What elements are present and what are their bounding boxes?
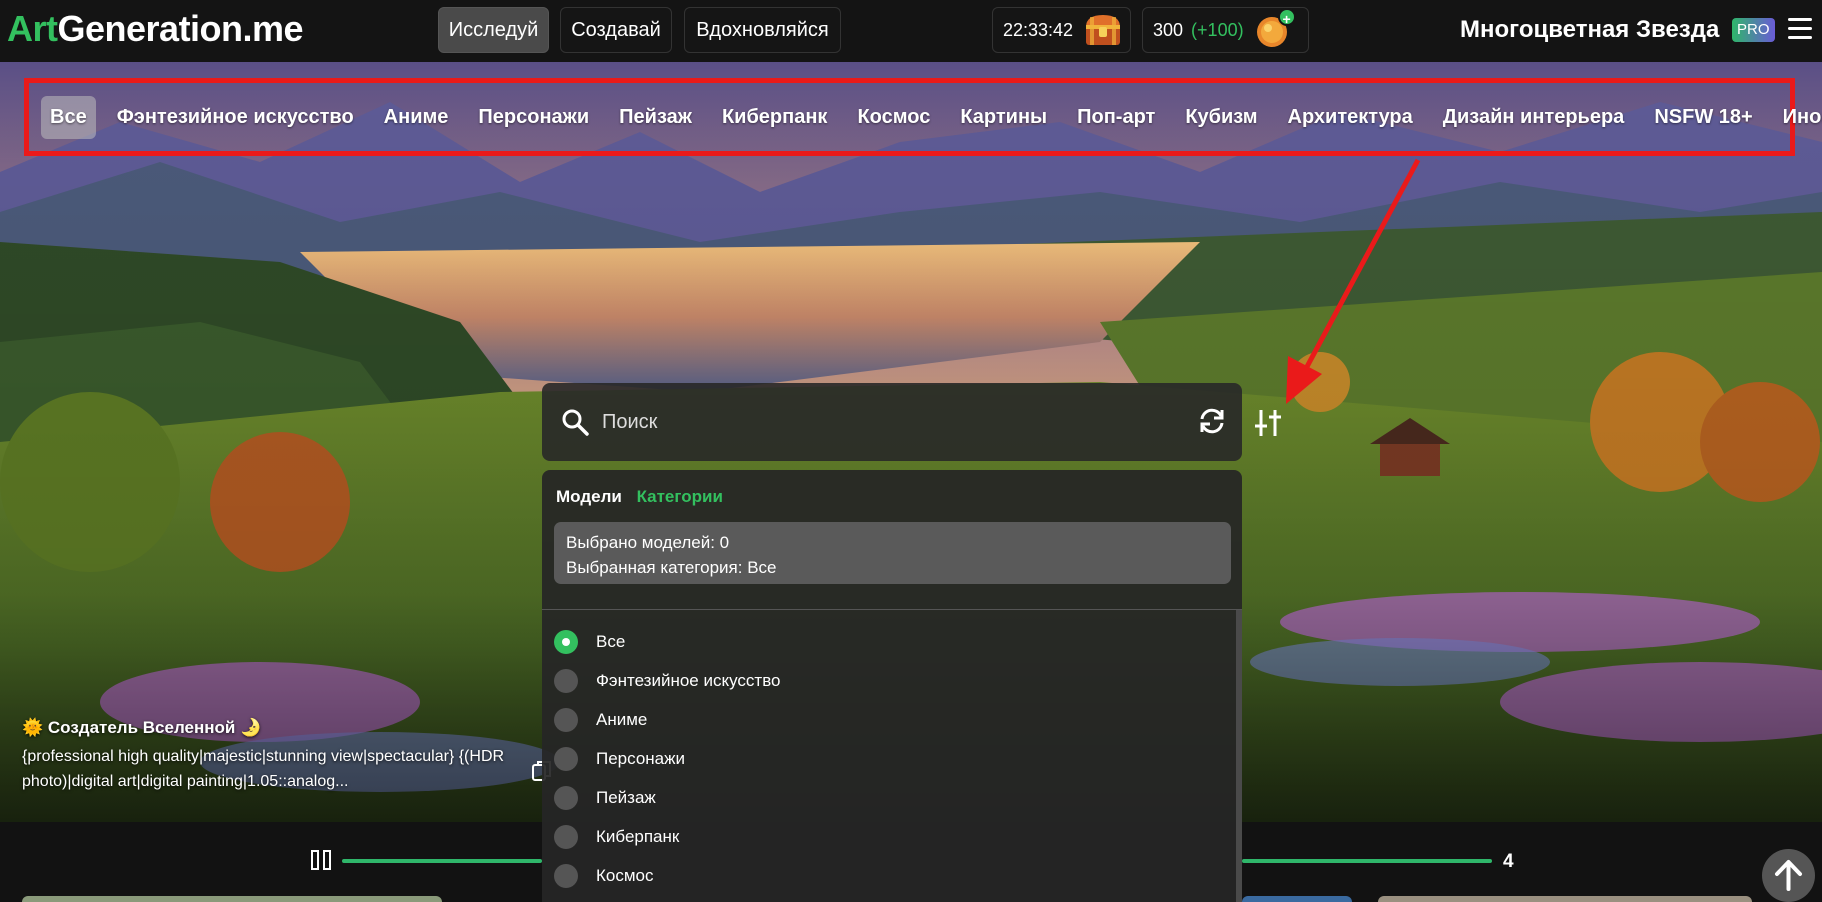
timer-text: 22:33:42	[1003, 19, 1074, 40]
radio-option-characters[interactable]: Персонажи	[554, 739, 781, 778]
hamburger-menu-icon[interactable]	[1788, 18, 1812, 40]
category-anime[interactable]: Аниме	[375, 96, 458, 139]
panel-divider	[542, 609, 1242, 610]
slider-progress-left[interactable]	[342, 859, 542, 863]
radio-icon[interactable]	[554, 824, 578, 849]
radio-icon[interactable]	[554, 785, 578, 810]
category-interior-design[interactable]: Дизайн интерьера	[1434, 96, 1634, 139]
search-input[interactable]	[602, 399, 1162, 445]
tab-categories[interactable]: Категории	[637, 487, 723, 506]
creator-prompt: {professional high quality|majestic|stun…	[22, 748, 505, 790]
radio-icon[interactable]	[554, 863, 578, 888]
nav-inspire-button[interactable]: Вдохновляйся	[684, 7, 841, 53]
radio-icon[interactable]	[554, 746, 578, 771]
credits-bonus: (+100)	[1191, 19, 1244, 40]
refresh-icon[interactable]	[1197, 406, 1227, 436]
category-filter-bar: Все Фэнтезийное искусство Аниме Персонаж…	[24, 78, 1822, 156]
thumbnail-strip[interactable]	[1378, 896, 1752, 902]
selected-models-count: Выбрано моделей: 0	[566, 533, 730, 552]
category-other[interactable]: Иное	[1774, 96, 1822, 139]
category-cyberpunk[interactable]: Киберпанк	[713, 96, 837, 139]
radio-option-fantasy-art[interactable]: Фэнтезийное искусство	[554, 661, 781, 700]
thumbnail-strip[interactable]	[22, 896, 442, 902]
pause-icon[interactable]	[310, 848, 334, 872]
radio-option-anime[interactable]: Аниме	[554, 700, 781, 739]
category-architecture[interactable]: Архитектура	[1279, 96, 1422, 139]
radio-option-space[interactable]: Космос	[554, 856, 781, 895]
timer-box[interactable]: 22:33:42	[992, 7, 1131, 53]
pro-badge: PRO	[1732, 18, 1775, 42]
category-all[interactable]: Все	[41, 95, 96, 139]
coins-icon: +	[1254, 8, 1296, 50]
thumbnail-strip[interactable]	[1242, 896, 1352, 902]
site-logo[interactable]: ArtGeneration.me	[7, 8, 304, 50]
creator-info: 🌞 Создатель Вселенной 🌛 {professional hi…	[22, 718, 542, 794]
radio-checked-icon[interactable]	[554, 629, 578, 654]
top-header: ArtGeneration.me Исследуй Создавай Вдохн…	[0, 0, 1822, 62]
filter-panel: Модели Категории Выбрано моделей: 0 Выбр…	[542, 470, 1242, 902]
treasure-chest-icon	[1083, 13, 1123, 47]
tab-models[interactable]: Модели	[556, 487, 622, 506]
category-fantasy-art[interactable]: Фэнтезийное искусство	[108, 96, 363, 139]
radio-icon[interactable]	[554, 707, 578, 732]
radio-option-all[interactable]: Все	[554, 622, 781, 661]
credits-box[interactable]: 300 (+100) +	[1142, 7, 1309, 53]
nav-explore-button[interactable]: Исследуй	[438, 7, 549, 53]
category-radio-list: Все Фэнтезийное искусство Аниме Персонаж…	[554, 622, 781, 902]
category-nsfw[interactable]: NSFW 18+	[1645, 96, 1761, 139]
creator-name[interactable]: 🌞 Создатель Вселенной 🌛	[22, 718, 542, 738]
user-name[interactable]: Многоцветная Звезда	[1460, 16, 1719, 44]
slider-progress-right[interactable]	[1242, 859, 1492, 863]
radio-option-landscape[interactable]: Пейзаж	[554, 778, 781, 817]
search-bar	[542, 383, 1242, 461]
category-pop-art[interactable]: Поп-арт	[1068, 96, 1164, 139]
nav-create-button[interactable]: Создавай	[560, 7, 672, 53]
selected-category: Выбранная категория: Все	[566, 558, 777, 577]
panel-scrollbar[interactable]	[1236, 610, 1242, 902]
category-cubism[interactable]: Кубизм	[1176, 96, 1266, 139]
category-paintings[interactable]: Картины	[951, 96, 1056, 139]
radio-option-cyberpunk[interactable]: Киберпанк	[554, 817, 781, 856]
radio-icon[interactable]	[554, 668, 578, 693]
panel-tabs: Модели Категории	[556, 487, 733, 507]
scroll-to-top-button[interactable]	[1762, 849, 1815, 902]
category-landscape[interactable]: Пейзаж	[610, 96, 701, 139]
radio-option-partial[interactable]	[554, 895, 781, 902]
add-credits-icon[interactable]: +	[1277, 8, 1296, 27]
arrow-up-icon	[1775, 860, 1802, 891]
category-space[interactable]: Космос	[848, 96, 939, 139]
filter-settings-icon[interactable]	[1254, 408, 1282, 438]
slide-page-number: 4	[1503, 851, 1514, 872]
selection-summary: Выбрано моделей: 0 Выбранная категория: …	[554, 522, 1231, 584]
category-characters[interactable]: Персонажи	[469, 96, 598, 139]
credits-value: 300	[1153, 19, 1184, 40]
search-icon[interactable]	[560, 407, 590, 437]
